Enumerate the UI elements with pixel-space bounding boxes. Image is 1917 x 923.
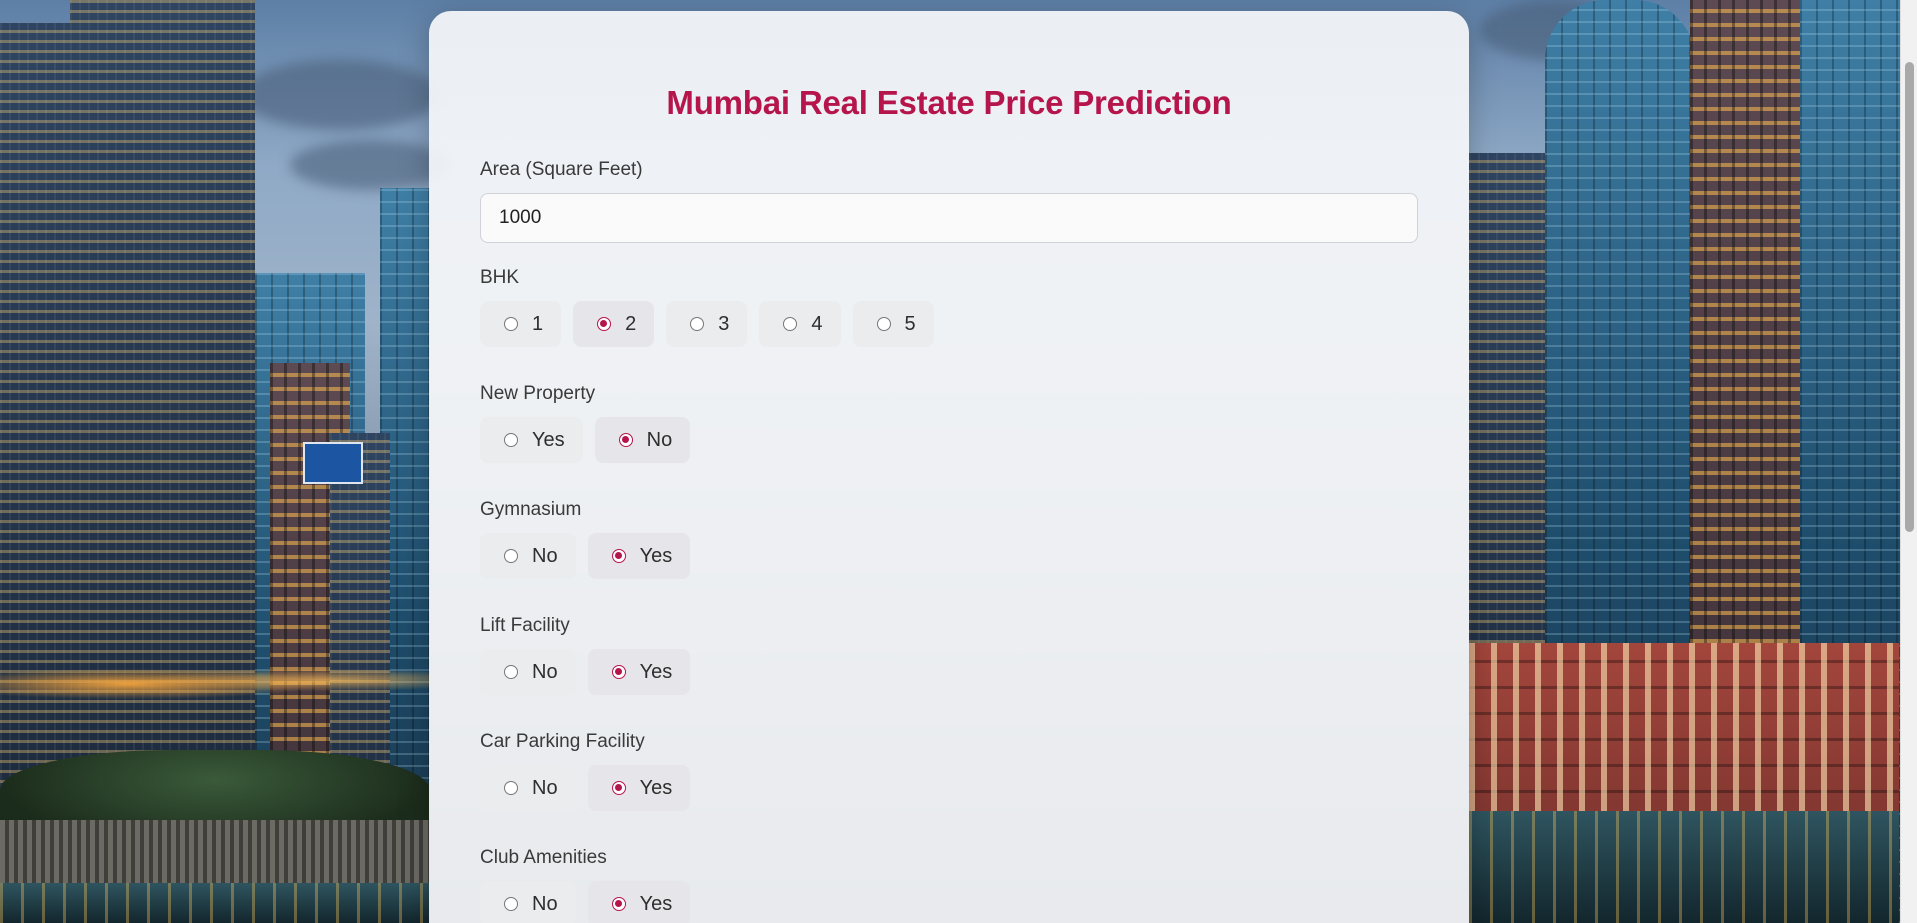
option-label: No: [532, 776, 558, 799]
car-parking-option-no[interactable]: No: [480, 765, 576, 811]
option-label: Yes: [532, 428, 565, 451]
lift-facility-label: Lift Facility: [480, 615, 570, 636]
option-label: 2: [625, 312, 637, 335]
radio-unchecked-icon[interactable]: [783, 317, 798, 331]
option-label: Yes: [639, 544, 673, 567]
car-parking-label: Car Parking Facility: [480, 731, 645, 752]
field-bhk: BHK 1 2 3 4 5: [480, 267, 1418, 347]
field-car-parking: Car Parking Facility No Yes: [480, 731, 1418, 811]
radio-unchecked-icon[interactable]: [504, 317, 518, 331]
page-title: Mumbai Real Estate Price Prediction: [666, 84, 1232, 121]
radio-unchecked-icon[interactable]: [504, 897, 518, 911]
club-amenities-label: Club Amenities: [480, 847, 607, 868]
bhk-option-1[interactable]: 1: [480, 301, 562, 347]
club-amenities-option-no[interactable]: No: [480, 881, 576, 923]
new-property-option-no[interactable]: No: [594, 417, 691, 463]
area-input[interactable]: 1000: [480, 193, 1418, 243]
option-label: Yes: [639, 660, 673, 683]
radio-unchecked-icon[interactable]: [504, 781, 518, 795]
scrollbar-thumb[interactable]: [1905, 62, 1914, 532]
option-label: No: [646, 428, 673, 451]
option-label: Yes: [639, 776, 673, 799]
lift-facility-option-yes[interactable]: Yes: [587, 649, 691, 695]
option-label: No: [532, 892, 558, 915]
field-new-property: New Property Yes No: [480, 383, 1418, 463]
area-label: Area (Square Feet): [480, 159, 643, 180]
area-input-value: 1000: [499, 207, 542, 228]
gymnasium-option-yes[interactable]: Yes: [587, 533, 691, 579]
field-club-amenities: Club Amenities No Yes: [480, 847, 1418, 923]
radio-checked-icon[interactable]: [611, 549, 626, 563]
radio-unchecked-icon[interactable]: [504, 433, 518, 447]
field-gymnasium: Gymnasium No Yes: [480, 499, 1418, 579]
radio-checked-icon[interactable]: [611, 665, 626, 679]
radio-checked-icon[interactable]: [611, 781, 626, 795]
bhk-option-2[interactable]: 2: [573, 301, 655, 347]
option-label: 3: [718, 312, 730, 335]
gymnasium-label: Gymnasium: [480, 499, 582, 520]
radio-unchecked-icon[interactable]: [690, 317, 705, 331]
radio-unchecked-icon[interactable]: [876, 317, 891, 331]
bhk-options: 1 2 3 4 5: [480, 301, 1418, 347]
bhk-option-4[interactable]: 4: [759, 301, 841, 347]
option-label: Yes: [639, 892, 673, 915]
option-label: 4: [811, 312, 823, 335]
gymnasium-options: No Yes: [480, 533, 1418, 579]
bhk-option-5[interactable]: 5: [852, 301, 934, 347]
bhk-label: BHK: [480, 267, 520, 288]
page-scrollbar[interactable]: [1900, 0, 1917, 923]
new-property-label: New Property: [480, 383, 596, 404]
radio-unchecked-icon[interactable]: [504, 665, 518, 679]
option-label: 5: [904, 312, 916, 335]
radio-unchecked-icon[interactable]: [504, 549, 518, 563]
option-groups: BHK 1 2 3 4 5 New Property Yes No Gymnasium No Yes L…: [480, 267, 1418, 923]
radio-checked-icon[interactable]: [597, 317, 612, 331]
bhk-option-3[interactable]: 3: [666, 301, 748, 347]
option-label: 1: [532, 312, 544, 335]
radio-checked-icon[interactable]: [618, 433, 633, 447]
field-lift-facility: Lift Facility No Yes: [480, 615, 1418, 695]
lift-facility-options: No Yes: [480, 649, 1418, 695]
option-label: No: [532, 544, 558, 567]
option-label: No: [532, 660, 558, 683]
club-amenities-option-yes[interactable]: Yes: [587, 881, 691, 923]
club-amenities-options: No Yes: [480, 881, 1418, 923]
new-property-options: Yes No: [480, 417, 1418, 463]
car-parking-option-yes[interactable]: Yes: [587, 765, 691, 811]
gymnasium-option-no[interactable]: No: [480, 533, 576, 579]
car-parking-options: No Yes: [480, 765, 1418, 811]
radio-checked-icon[interactable]: [611, 897, 626, 911]
new-property-option-yes[interactable]: Yes: [480, 417, 583, 463]
prediction-form-card: Mumbai Real Estate Price Prediction Area…: [429, 11, 1469, 923]
lift-facility-option-no[interactable]: No: [480, 649, 576, 695]
